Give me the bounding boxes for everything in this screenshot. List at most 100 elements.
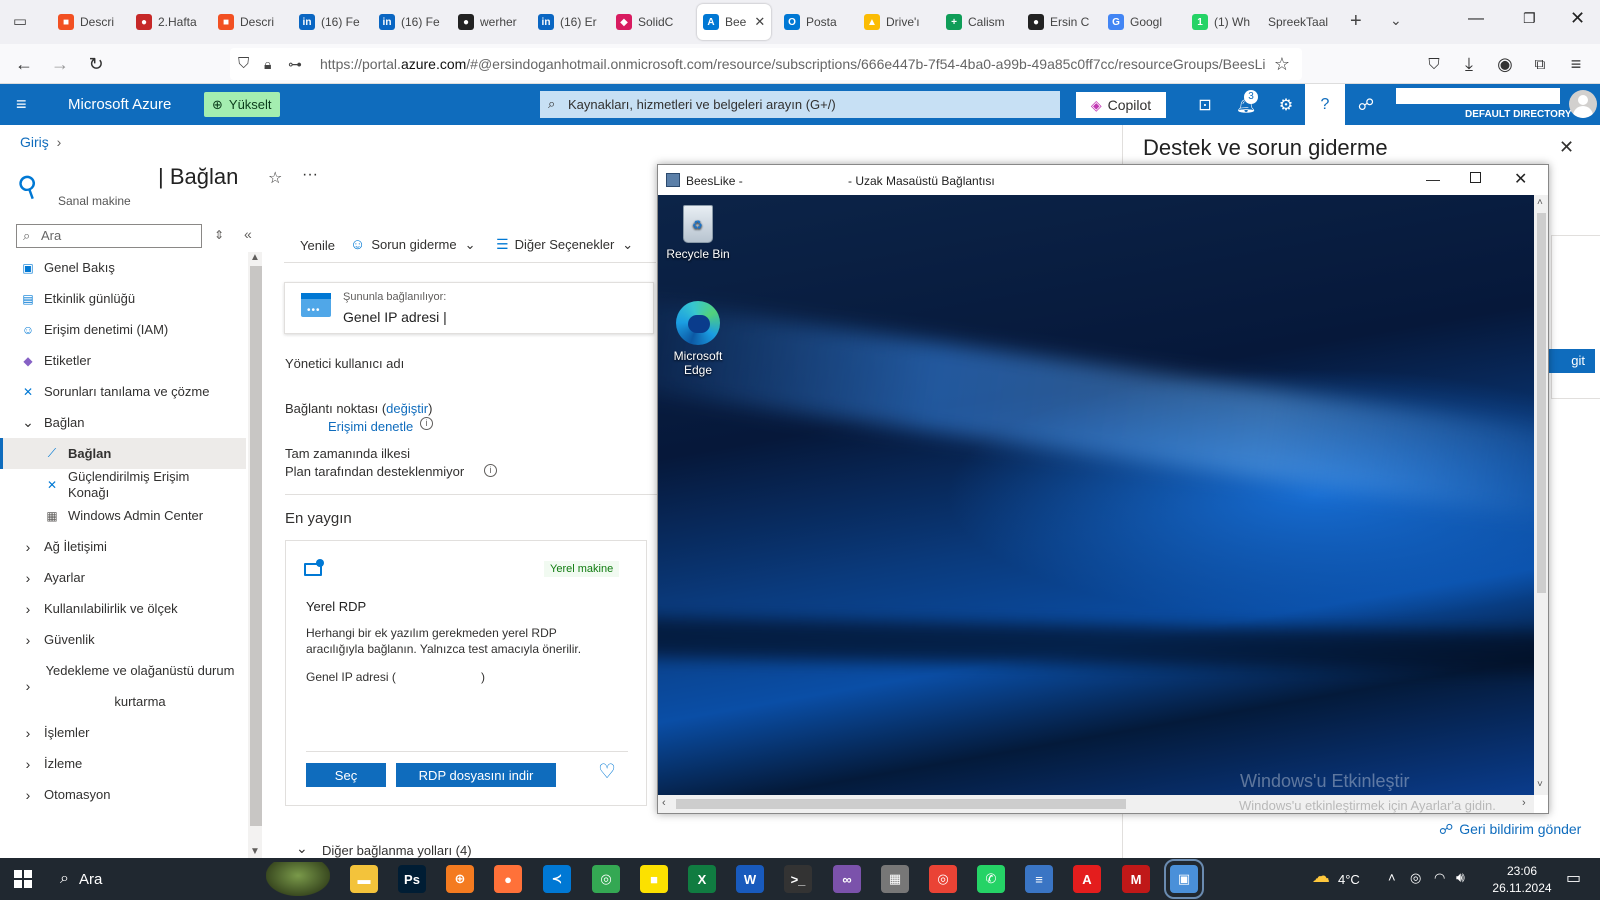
more-options-button[interactable]: ☰ Diğer Seçenekler ⌄ xyxy=(496,236,633,253)
sidebar-item[interactable]: ◆ Etiketler xyxy=(0,345,246,376)
tray-camera-icon[interactable]: ◎ xyxy=(1410,870,1421,886)
browser-tab[interactable]: in (16) Fe xyxy=(373,4,449,40)
volume-icon[interactable]: 🔊︎ xyxy=(1456,869,1465,886)
sticky-notes-icon[interactable]: ■ xyxy=(640,865,668,893)
hamburger-menu-icon[interactable]: ≡ xyxy=(16,94,27,115)
rdp-minimize-icon[interactable]: — xyxy=(1426,171,1440,187)
port-change-link[interactable]: değiştir xyxy=(386,401,428,416)
browser-tab[interactable]: G Googl xyxy=(1102,4,1178,40)
browser-tab[interactable]: + Calism xyxy=(940,4,1016,40)
whatsapp-icon[interactable]: ✆ xyxy=(977,865,1005,893)
breadcrumb[interactable]: Giriş › xyxy=(20,134,61,150)
menu-icon[interactable]: ≡ xyxy=(1564,52,1588,76)
tab-overview-icon[interactable]: ▭ xyxy=(10,12,30,32)
recycle-bin-desktop-icon[interactable]: ♻ Recycle Bin xyxy=(658,205,738,261)
address-bar[interactable]: ⛉ 🔒︎ ⊶ https://portal.azure.com/#@ersind… xyxy=(230,48,1302,80)
browser-tab[interactable]: in (16) Er xyxy=(532,4,608,40)
check-access-info-icon[interactable]: i xyxy=(420,417,433,430)
rdp-scroll-left-icon[interactable]: ‹ xyxy=(662,797,666,809)
cloud-shell-icon[interactable]: ⊡ xyxy=(1194,94,1216,116)
favorite-star-icon[interactable]: ☆ xyxy=(268,168,282,188)
permissions-icon[interactable]: ⊶ xyxy=(288,48,302,80)
sidebar-item[interactable]: › Otomasyon xyxy=(0,779,246,810)
browser-tab[interactable]: ▲ Drive'ı xyxy=(858,4,934,40)
lock-icon[interactable]: 🔒︎ xyxy=(264,48,271,80)
bookmark-star-icon[interactable]: ☆ xyxy=(1270,52,1294,76)
rdp-close-icon[interactable]: ✕ xyxy=(1514,169,1527,189)
terminal-icon[interactable]: >_ xyxy=(784,865,812,893)
support-panel-close-icon[interactable]: ✕ xyxy=(1559,137,1574,158)
menu-scroll-up-icon[interactable]: ▲ xyxy=(250,252,260,263)
back-arrow-icon[interactable]: ← xyxy=(12,52,36,76)
sidebar-item[interactable]: ⌄ Bağlan xyxy=(0,407,246,438)
window-minimize-icon[interactable]: — xyxy=(1468,10,1484,28)
vscode-icon[interactable]: ≺ xyxy=(543,865,571,893)
remote-desktop-icon[interactable]: ▣ xyxy=(1164,859,1204,899)
weather-icon[interactable]: ☁ xyxy=(1312,866,1330,887)
more-options-ellipsis-icon[interactable]: ··· xyxy=(302,166,318,184)
sidebar-item[interactable]: › Ağ İletişimi xyxy=(0,531,246,562)
browser-tab[interactable]: ■ Descri xyxy=(212,4,288,40)
directory-label[interactable]: DEFAULT DIRECTORY xyxy=(1465,109,1571,120)
firefox-icon[interactable]: ● xyxy=(494,865,522,893)
extensions-icon[interactable]: ⧉ xyxy=(1528,52,1552,76)
browser-tab[interactable]: SpreekTaal xyxy=(1262,4,1338,40)
copilot-button[interactable]: ◈ Copilot xyxy=(1076,92,1166,118)
tab-list-chevron-icon[interactable]: ⌄ xyxy=(1390,12,1402,29)
browser-tab[interactable]: ◆ SolidC xyxy=(610,4,686,40)
sidebar-item[interactable]: › Yedekleme ve olağanüstü durum kurtarma xyxy=(0,655,246,717)
other-ways-section[interactable]: Diğer bağlanma yolları (4) xyxy=(322,843,472,858)
window-restore-icon[interactable]: ❐ xyxy=(1523,10,1536,27)
global-search-input[interactable]: ⌕ Kaynakları, hizmetleri ve belgeleri ar… xyxy=(540,91,1060,118)
upgrade-button[interactable]: ⊕ Yükselt xyxy=(204,92,280,117)
sidebar-item[interactable]: ▤ Etkinlik günlüğü xyxy=(0,283,246,314)
sidebar-item[interactable]: › Ayarlar xyxy=(0,562,246,593)
browser-tab[interactable]: O Posta xyxy=(778,4,854,40)
menu-search-input[interactable]: ⌕ Ara xyxy=(16,224,202,248)
select-button[interactable]: Seç xyxy=(306,763,386,787)
rdp-vertical-thumb[interactable] xyxy=(1537,213,1546,593)
clock-date[interactable]: 26.11.2024 xyxy=(1486,881,1558,895)
other-ways-chevron-icon[interactable]: ⌄ xyxy=(296,840,308,857)
breadcrumb-home[interactable]: Giriş xyxy=(20,134,49,150)
jit-info-icon[interactable]: i xyxy=(484,464,497,477)
download-rdp-button[interactable]: RDP dosyasını indir xyxy=(396,763,556,787)
browser-tab[interactable]: ● werher xyxy=(452,4,528,40)
rdp-titlebar[interactable]: BeesLike - - Uzak Masaüstü Bağlantısı — … xyxy=(658,165,1548,195)
rdp-scroll-up-icon[interactable]: ˄ xyxy=(1537,197,1543,208)
network-app-icon[interactable]: ▦ xyxy=(881,865,909,893)
notification-center-icon[interactable]: ▭ xyxy=(1566,868,1581,888)
clock-time[interactable]: 23:06 xyxy=(1496,864,1548,878)
reload-icon[interactable]: ↻ xyxy=(84,52,108,76)
pocket-icon[interactable]: ⛉ xyxy=(1422,52,1446,76)
browser-tab[interactable]: ■ Descri xyxy=(52,4,128,40)
local-rdp-card[interactable]: Yerel makine Yerel RDP Herhangi bir ek y… xyxy=(285,540,647,806)
browser-tab[interactable]: ● Ersin C xyxy=(1022,4,1098,40)
support-go-button[interactable]: git xyxy=(1543,349,1595,373)
feedback-icon[interactable]: ☍ xyxy=(1355,94,1377,116)
browser-tab[interactable]: in (16) Fe xyxy=(293,4,369,40)
check-access-link[interactable]: Erişimi denetle xyxy=(328,419,413,434)
troubleshoot-button[interactable]: ☺ Sorun giderme ⌄ xyxy=(350,236,476,253)
sidebar-item[interactable]: ✕ Sorunları tanılama ve çözme xyxy=(0,376,246,407)
feedback-link[interactable]: ☍ Geri bildirim gönder xyxy=(1439,821,1581,838)
rdp-scroll-down-icon[interactable]: ˅ xyxy=(1537,779,1543,790)
sidebar-item[interactable]: › İşlemler xyxy=(0,717,246,748)
chrome-icon[interactable]: ◎ xyxy=(592,865,620,893)
photoshop-icon[interactable]: Ps xyxy=(398,865,426,893)
sidebar-item[interactable]: ☺ Erişim denetimi (IAM) xyxy=(0,314,246,345)
help-icon[interactable]: ? xyxy=(1314,94,1336,116)
weather-temp[interactable]: 4°C xyxy=(1338,872,1360,887)
file-explorer-icon[interactable]: ▬ xyxy=(350,865,378,893)
azure-brand[interactable]: Microsoft Azure xyxy=(68,96,171,113)
gambia-flag-app-icon[interactable]: ≡ xyxy=(1025,865,1053,893)
sidebar-item[interactable]: ▦ Windows Admin Center xyxy=(0,500,246,531)
downloads-icon[interactable]: ⤓ xyxy=(1457,52,1481,76)
browser-tab[interactable]: 1 (1) Wh xyxy=(1186,4,1262,40)
tray-chevron-up-icon[interactable]: ˄ xyxy=(1388,870,1396,885)
remote-desktop-window[interactable]: BeesLike - - Uzak Masaüstü Bağlantısı — … xyxy=(657,164,1549,814)
shield-icon[interactable]: ⛉ xyxy=(238,48,249,80)
word-icon[interactable]: W xyxy=(736,865,764,893)
remote-desktop-area[interactable]: ♻ Recycle Bin Microsoft Edge Windows'u E… xyxy=(658,195,1534,795)
sidebar-item[interactable]: ⟋ Bağlan xyxy=(0,438,246,469)
